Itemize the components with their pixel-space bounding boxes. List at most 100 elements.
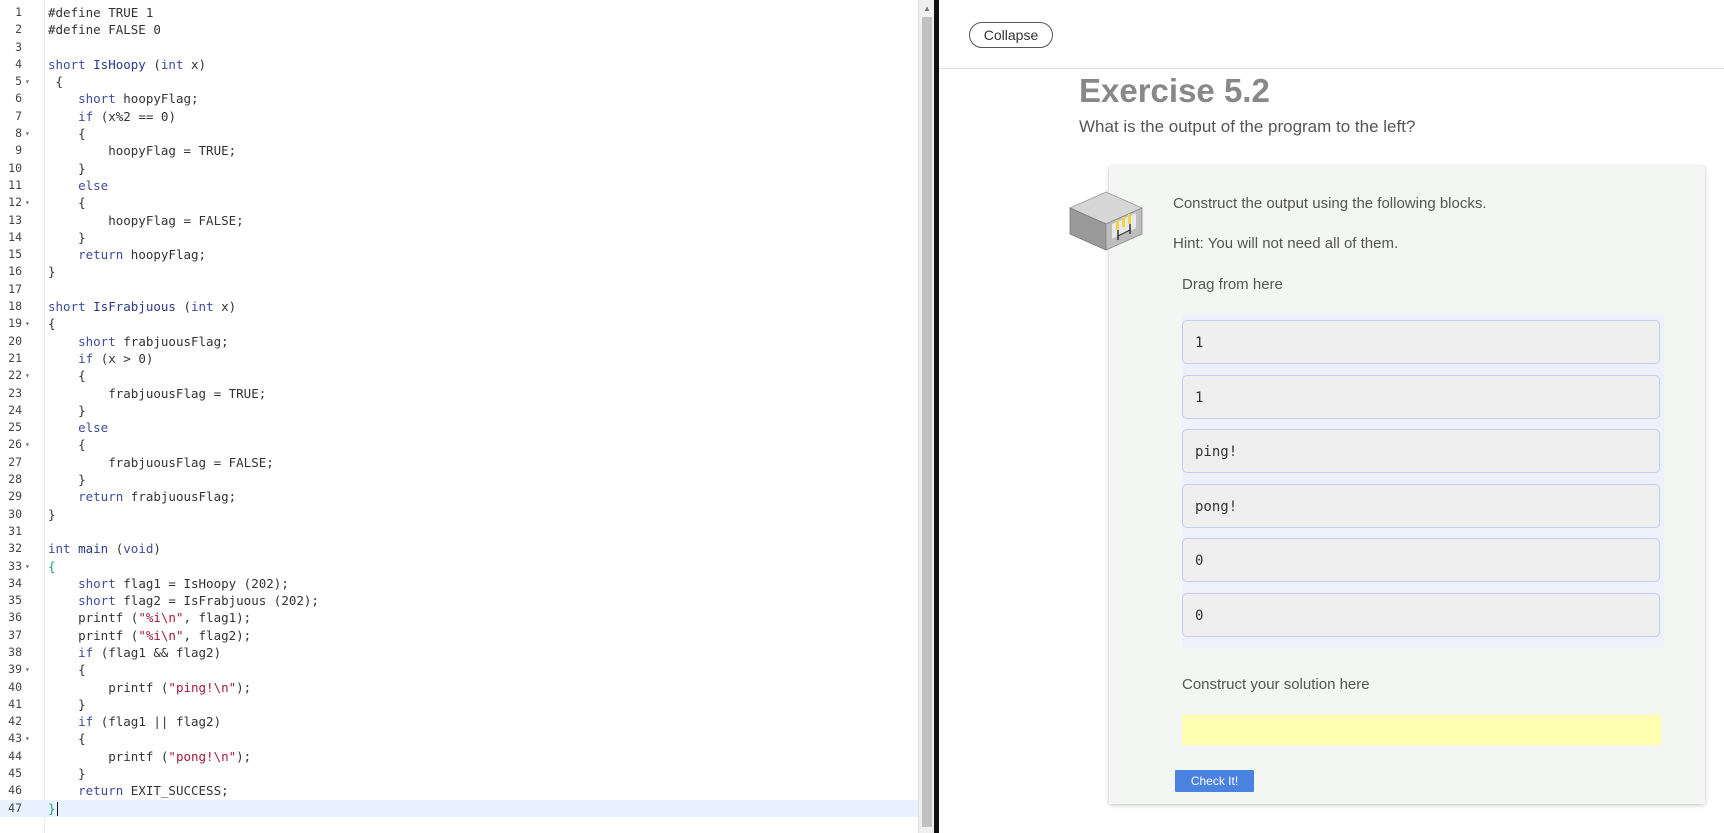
code-text[interactable]: } <box>48 402 86 419</box>
code-text[interactable]: short hoopyFlag; <box>48 90 198 107</box>
drag-source-area[interactable]: 1 1 ping! pong! 0 0 <box>1182 314 1664 648</box>
code-text[interactable]: printf ("%i\n", flag1); <box>48 609 251 626</box>
code-line[interactable]: 47} <box>0 799 920 817</box>
code-text[interactable]: frabjuousFlag = FALSE; <box>48 454 274 471</box>
code-line[interactable]: 25 else <box>0 419 920 436</box>
code-line[interactable]: 45 } <box>0 765 920 782</box>
code-text[interactable]: short IsHoopy (int x) <box>48 56 206 73</box>
code-text[interactable]: short flag1 = IsHoopy (202); <box>48 575 289 592</box>
code-text[interactable]: if (flag1 && flag2) <box>48 644 221 661</box>
code-block[interactable]: 0 <box>1182 593 1660 637</box>
code-line[interactable]: 20 short frabjuousFlag; <box>0 333 920 350</box>
code-text[interactable]: } <box>48 800 58 817</box>
code-text[interactable]: short flag2 = IsFrabjuous (202); <box>48 592 319 609</box>
fold-arrow-icon[interactable]: ▾ <box>25 661 35 678</box>
code-line[interactable]: 12 ▾ { <box>0 194 920 211</box>
code-text[interactable]: { <box>48 558 56 575</box>
code-lines[interactable]: 1 #define TRUE 1 2 #define FALSE 0 3 4 short I… <box>0 4 920 817</box>
code-text[interactable]: printf ("ping!\n"); <box>48 679 251 696</box>
code-text[interactable]: } <box>48 263 56 280</box>
code-line[interactable]: 26 ▾ { <box>0 436 920 453</box>
code-text[interactable]: { <box>48 367 86 384</box>
code-text[interactable]: printf ("%i\n", flag2); <box>48 627 251 644</box>
code-block[interactable]: 1 <box>1182 320 1660 364</box>
fold-arrow-icon[interactable]: ▾ <box>25 730 35 747</box>
fold-arrow-icon[interactable]: ▾ <box>25 315 35 332</box>
code-line[interactable]: 41 } <box>0 696 920 713</box>
code-line[interactable]: 37 printf ("%i\n", flag2); <box>0 627 920 644</box>
code-line[interactable]: 19 ▾ { <box>0 315 920 332</box>
code-text[interactable]: } <box>48 229 86 246</box>
code-text[interactable]: return EXIT_SUCCESS; <box>48 782 229 799</box>
code-text[interactable]: } <box>48 696 86 713</box>
code-text[interactable]: else <box>48 177 108 194</box>
code-editor[interactable]: 1 #define TRUE 1 2 #define FALSE 0 3 4 short I… <box>0 0 920 833</box>
code-line[interactable]: 44 printf ("pong!\n"); <box>0 748 920 765</box>
code-line[interactable]: 7 if (x%2 == 0) <box>0 108 920 125</box>
code-line[interactable]: 39 ▾ { <box>0 661 920 678</box>
code-line[interactable]: 14 } <box>0 229 920 246</box>
code-line[interactable]: 10 } <box>0 160 920 177</box>
code-line[interactable]: 6 short hoopyFlag; <box>0 90 920 107</box>
code-line[interactable]: 15 return hoopyFlag; <box>0 246 920 263</box>
code-line[interactable]: 3 <box>0 39 920 56</box>
collapse-button[interactable]: Collapse <box>969 22 1053 48</box>
code-line[interactable]: 23 frabjuousFlag = TRUE; <box>0 385 920 402</box>
code-line[interactable]: 40 printf ("ping!\n"); <box>0 679 920 696</box>
fold-arrow-icon[interactable]: ▾ <box>25 194 35 211</box>
code-line[interactable]: 43 ▾ { <box>0 730 920 747</box>
code-text[interactable]: hoopyFlag = FALSE; <box>48 212 243 229</box>
code-block[interactable]: ping! <box>1182 429 1660 473</box>
code-line[interactable]: 9 hoopyFlag = TRUE; <box>0 142 920 159</box>
code-line[interactable]: 46 return EXIT_SUCCESS; <box>0 782 920 799</box>
code-line[interactable]: 27 frabjuousFlag = FALSE; <box>0 454 920 471</box>
fold-arrow-icon[interactable]: ▾ <box>25 125 35 142</box>
code-line[interactable]: 22 ▾ { <box>0 367 920 384</box>
code-text[interactable]: return hoopyFlag; <box>48 246 206 263</box>
scroll-up-arrow-icon[interactable]: ▲ <box>919 2 935 16</box>
code-line[interactable]: 31 <box>0 523 920 540</box>
code-line[interactable]: 1 #define TRUE 1 <box>0 4 920 21</box>
code-line[interactable]: 2 #define FALSE 0 <box>0 21 920 38</box>
code-line[interactable]: 4 short IsHoopy (int x) <box>0 56 920 73</box>
scrollbar-thumb[interactable] <box>922 17 932 827</box>
code-line[interactable]: 24 } <box>0 402 920 419</box>
code-text[interactable]: { <box>48 661 86 678</box>
code-text[interactable]: if (flag1 || flag2) <box>48 713 221 730</box>
code-text[interactable]: } <box>48 160 86 177</box>
code-line[interactable]: 42 if (flag1 || flag2) <box>0 713 920 730</box>
code-text[interactable]: } <box>48 765 86 782</box>
solution-drop-area[interactable] <box>1182 715 1661 745</box>
code-text[interactable]: short IsFrabjuous (int x) <box>48 298 236 315</box>
code-text[interactable]: if (x > 0) <box>48 350 153 367</box>
code-text[interactable]: int main (void) <box>48 540 161 557</box>
code-text[interactable]: frabjuousFlag = TRUE; <box>48 385 266 402</box>
code-line[interactable]: 38 if (flag1 && flag2) <box>0 644 920 661</box>
code-line[interactable]: 30} <box>0 506 920 523</box>
fold-arrow-icon[interactable]: ▾ <box>25 367 35 384</box>
code-line[interactable]: 34 short flag1 = IsHoopy (202); <box>0 575 920 592</box>
code-line[interactable]: 35 short flag2 = IsFrabjuous (202); <box>0 592 920 609</box>
code-line[interactable]: 11 else <box>0 177 920 194</box>
code-line[interactable]: 16} <box>0 263 920 280</box>
code-text[interactable]: printf ("pong!\n"); <box>48 748 251 765</box>
code-text[interactable]: { <box>48 194 86 211</box>
code-line[interactable]: 32 int main (void) <box>0 540 920 557</box>
code-text[interactable]: { <box>48 73 64 90</box>
code-text[interactable]: return frabjuousFlag; <box>48 488 236 505</box>
code-text[interactable]: { <box>48 125 86 142</box>
code-text[interactable]: } <box>48 471 86 488</box>
code-line[interactable]: 36 printf ("%i\n", flag1); <box>0 609 920 626</box>
code-text[interactable]: if (x%2 == 0) <box>48 108 176 125</box>
code-line[interactable]: 18 short IsFrabjuous (int x) <box>0 298 920 315</box>
code-block[interactable]: 0 <box>1182 538 1660 582</box>
fold-arrow-icon[interactable]: ▾ <box>25 436 35 453</box>
fold-arrow-icon[interactable]: ▾ <box>25 73 35 90</box>
code-line[interactable]: 21 if (x > 0) <box>0 350 920 367</box>
code-block[interactable]: 1 <box>1182 375 1660 419</box>
code-text[interactable]: { <box>48 730 86 747</box>
code-line[interactable]: 33 ▾ { <box>0 558 920 575</box>
code-text[interactable]: hoopyFlag = TRUE; <box>48 142 236 159</box>
code-block[interactable]: pong! <box>1182 484 1660 528</box>
check-it-button[interactable]: Check It! <box>1175 770 1254 792</box>
